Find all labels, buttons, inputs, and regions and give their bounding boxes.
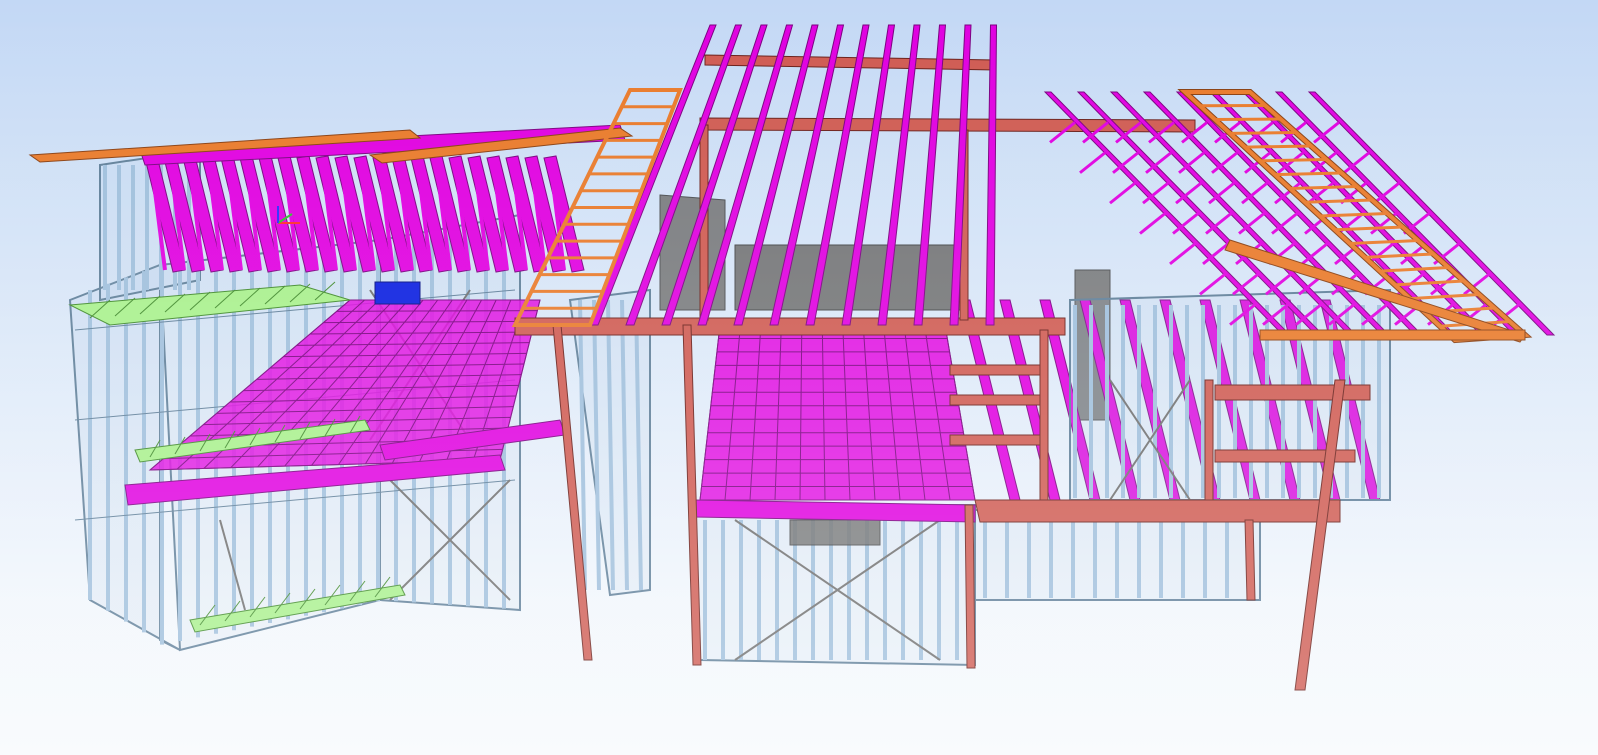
building-frame-model[interactable] [0,0,1598,755]
selected-member[interactable] [374,281,421,305]
3d-viewport[interactable] [0,0,1598,755]
central-floor-joists[interactable] [694,324,976,523]
